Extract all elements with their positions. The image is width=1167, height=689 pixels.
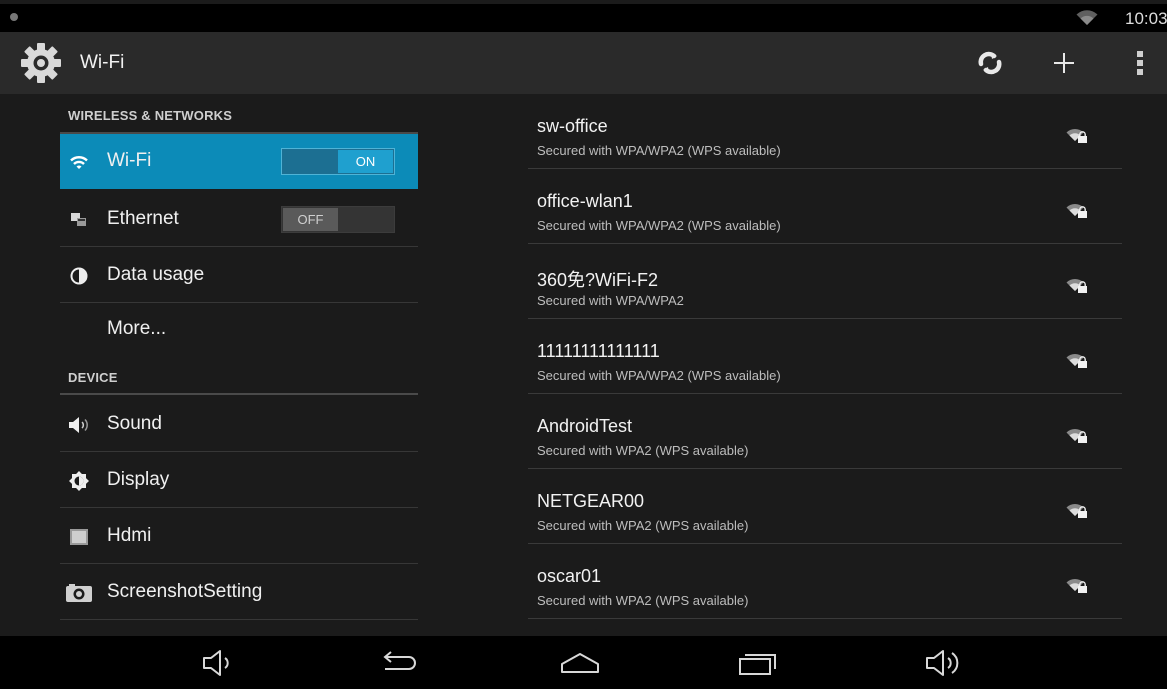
clock: 10:03 [1125,9,1167,28]
ethernet-toggle[interactable]: OFF [281,206,395,233]
toggle-state: OFF [283,208,338,231]
network-item-11111111111111[interactable]: 11111111111111 Secured with WPA/WPA2 (WP… [528,319,1122,394]
network-security: Secured with WPA/WPA2 (WPS available) [537,143,781,158]
settings-item-label: Sound [107,413,162,434]
back-button[interactable] [373,645,423,681]
wps-icon [978,51,1002,75]
home-icon [561,653,599,673]
hdmi-icon [68,526,90,548]
network-security: Secured with WPA/WPA2 [537,293,684,308]
network-security: Secured with WPA2 (WPS available) [537,443,749,458]
settings-item-label: More... [107,318,167,339]
network-item-office-wlan1[interactable]: office-wlan1 Secured with WPA/WPA2 (WPS … [528,169,1122,244]
section-header-device: DEVICE [68,370,118,385]
android-screen: 10:03 Wi-Fi WIRELESS & NETWORKS Wi-Fi ON… [0,0,1167,689]
list-divider [60,563,418,564]
network-item-netgear00[interactable]: NETGEAR00 Secured with WPA2 (WPS availab… [528,469,1122,544]
settings-item-label: Wi-Fi [107,150,152,171]
navigation-bar [0,636,1167,689]
network-ssid: 11111111111111 [537,341,660,361]
settings-item-ethernet[interactable]: Ethernet OFF [60,192,418,247]
ethernet-icon [68,209,90,231]
wifi-locked-signal-icon [1066,578,1087,593]
volume-up-icon [926,650,959,676]
network-security: Secured with WPA/WPA2 (WPS available) [537,368,781,383]
action-bar: Wi-Fi [0,32,1167,94]
status-bar: 10:03 [0,4,1167,32]
overflow-menu-icon [1137,51,1143,75]
brightness-icon [68,470,90,492]
data-usage-icon [68,265,90,287]
settings-item-hdmi[interactable]: Hdmi [60,509,418,564]
network-ssid: sw-office [537,116,608,136]
wifi-status-icon [1076,10,1098,25]
list-divider [60,507,418,508]
network-ssid: AndroidTest [537,416,633,436]
settings-item-wifi[interactable]: Wi-Fi ON [60,134,418,189]
wifi-locked-signal-icon [1066,278,1087,293]
section-divider [60,393,418,395]
list-divider [60,246,418,247]
settings-item-label: Display [107,469,170,490]
network-item-androidtest[interactable]: AndroidTest Secured with WPA2 (WPS avail… [528,394,1122,469]
list-divider [60,451,418,452]
network-item-oscar01[interactable]: oscar01 Secured with WPA2 (WPS available… [528,544,1122,619]
screen-frame: 10:03 Wi-Fi WIRELESS & NETWORKS Wi-Fi ON… [0,0,1167,689]
wps-button[interactable] [967,40,1013,86]
network-ssid: 360免?WiFi-F2 [537,270,659,290]
settings-item-label: ScreenshotSetting [107,581,263,602]
recent-apps-button[interactable] [733,645,783,681]
speaker-icon [68,414,90,436]
wifi-icon [68,151,90,173]
list-divider [60,302,418,303]
settings-item-display[interactable]: Display [60,453,418,508]
list-divider [60,619,418,620]
network-security: Secured with WPA2 (WPS available) [537,593,749,608]
settings-item-label: Data usage [107,264,205,285]
settings-item-sound[interactable]: Sound [60,397,418,452]
settings-item-data-usage[interactable]: Data usage [60,248,418,303]
network-security: Secured with WPA/WPA2 (WPS available) [537,218,781,233]
network-security: Secured with WPA2 (WPS available) [537,518,749,533]
wifi-toggle[interactable]: ON [281,148,395,175]
settings-item-more[interactable]: More... [60,304,418,352]
page-title: Wi-Fi [80,52,125,73]
network-ssid: office-wlan1 [537,191,633,211]
wifi-locked-signal-icon [1066,203,1087,218]
toggle-state: ON [338,150,393,173]
settings-gear-icon[interactable] [20,42,62,84]
wifi-locked-signal-icon [1066,128,1087,143]
add-icon [1054,53,1074,73]
notification-icon [10,13,18,21]
wifi-network-list: sw-office Secured with WPA/WPA2 (WPS ava… [528,94,1122,636]
back-icon [383,651,416,670]
network-ssid: NETGEAR00 [537,491,645,511]
settings-item-label: Ethernet [107,208,179,229]
volume-down-button[interactable] [193,645,243,681]
home-button[interactable] [555,645,605,681]
settings-list: WIRELESS & NETWORKS Wi-Fi ON Ethernet OF… [60,94,418,636]
wifi-locked-signal-icon [1066,353,1087,368]
settings-item-screenshot[interactable]: ScreenshotSetting [60,565,418,620]
volume-down-icon [203,650,229,676]
overflow-menu-button[interactable] [1117,40,1163,86]
network-item-360-wifi[interactable]: 360免?WiFi-F2 Secured with WPA/WPA2 [528,244,1122,319]
wifi-locked-signal-icon [1066,503,1087,518]
section-header-wireless: WIRELESS & NETWORKS [68,108,233,123]
wifi-locked-signal-icon [1066,428,1087,443]
camera-icon [64,582,94,604]
settings-item-label: Hdmi [107,525,152,546]
volume-up-button[interactable] [918,645,968,681]
add-network-button[interactable] [1041,40,1087,86]
network-item-sw-office[interactable]: sw-office Secured with WPA/WPA2 (WPS ava… [528,94,1122,169]
network-ssid: oscar01 [537,566,602,586]
recent-apps-icon [739,654,776,675]
list-divider [528,618,1122,619]
